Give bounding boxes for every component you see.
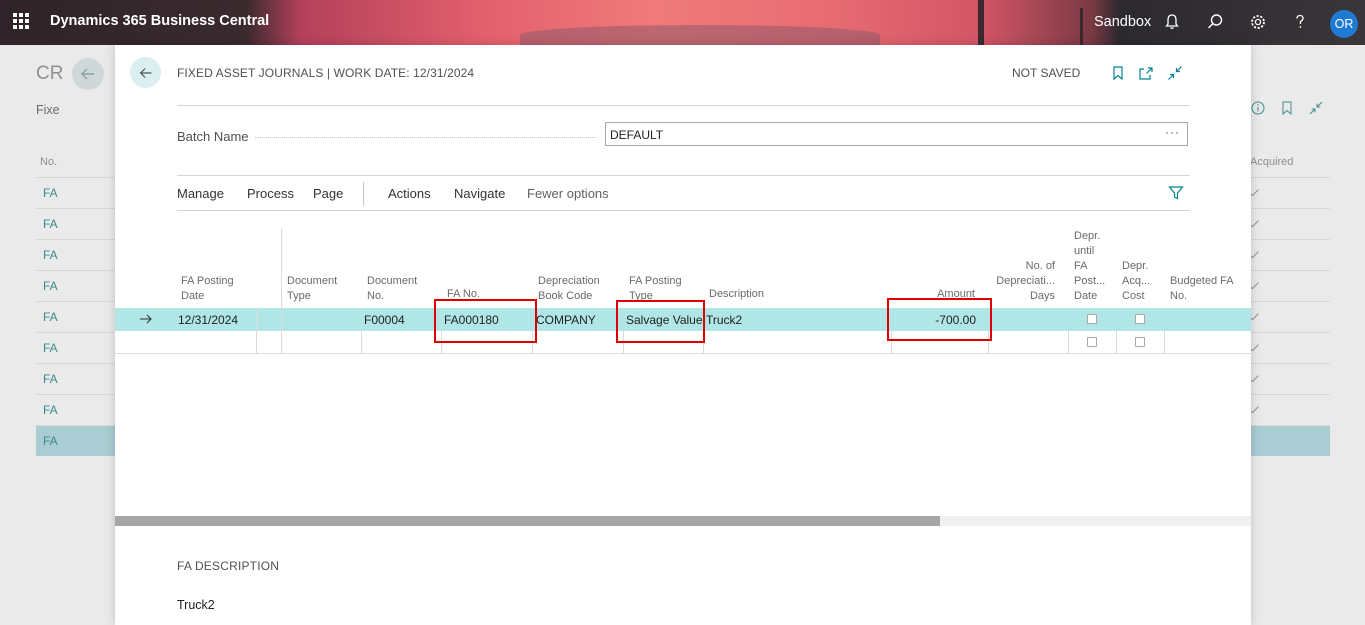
col-budgeted-fa-no[interactable]: Budgeted FA No. bbox=[1170, 274, 1234, 304]
cell-depreciation-book-code[interactable]: COMPANY bbox=[536, 313, 596, 327]
checkbox-depr-acq-cost[interactable] bbox=[1135, 314, 1145, 324]
arrow-left-icon bbox=[139, 67, 151, 78]
banner-hills bbox=[520, 25, 880, 45]
app-launcher-icon[interactable] bbox=[13, 13, 29, 29]
user-avatar[interactable]: OR bbox=[1330, 10, 1358, 38]
action-separator bbox=[363, 182, 364, 206]
filter-icon[interactable] bbox=[1168, 185, 1184, 201]
col-document-type[interactable]: Document Type bbox=[287, 274, 337, 304]
open-new-window-icon[interactable] bbox=[1138, 65, 1154, 81]
product-title[interactable]: Dynamics 365 Business Central bbox=[50, 13, 269, 29]
col-document-no[interactable]: Document No. bbox=[367, 274, 417, 304]
info-icon bbox=[1251, 101, 1265, 115]
column-divider bbox=[281, 308, 282, 353]
action-navigate[interactable]: Navigate bbox=[454, 186, 505, 201]
fa-description-value: Truck2 bbox=[177, 598, 215, 612]
banner-palm bbox=[978, 0, 984, 45]
page-title: FIXED ASSET JOURNALS | WORK DATE: 12/31/… bbox=[177, 66, 475, 80]
action-process[interactable]: Process bbox=[247, 186, 294, 201]
collapse-icon bbox=[1309, 101, 1323, 115]
background-col-acquired: Acquired bbox=[1250, 156, 1294, 168]
cell-description[interactable]: Truck2 bbox=[706, 313, 742, 327]
highlight-fa-no bbox=[434, 299, 537, 343]
batch-name-input[interactable]: DEFAULT ··· bbox=[605, 122, 1188, 146]
column-divider bbox=[1068, 331, 1069, 353]
highlight-amount bbox=[887, 298, 992, 341]
arrow-right-icon bbox=[140, 314, 152, 324]
batch-name-label: Batch Name bbox=[177, 129, 249, 144]
checkbox-depr-until-fa-posting-date[interactable] bbox=[1087, 314, 1097, 324]
background-col-no: No. bbox=[40, 156, 58, 168]
collapse-icon[interactable] bbox=[1167, 65, 1183, 81]
column-divider bbox=[281, 228, 282, 308]
divider bbox=[177, 210, 1190, 211]
col-depreciation-book-code[interactable]: Depreciation Book Code bbox=[538, 274, 600, 304]
col-depr-until-fa-posting-date[interactable]: Depr. until FA Post... Date bbox=[1074, 229, 1105, 304]
app-bar: Dynamics 365 Business Central Sandbox OR bbox=[0, 0, 1365, 45]
lookup-ellipsis-icon[interactable]: ··· bbox=[1165, 125, 1180, 139]
cell-document-no[interactable]: F00004 bbox=[364, 313, 405, 327]
cell-fa-posting-date[interactable]: 12/31/2024 bbox=[178, 313, 238, 327]
highlight-fa-posting-type bbox=[616, 300, 705, 343]
scrollbar-thumb[interactable] bbox=[115, 516, 940, 526]
bookmark-icon[interactable] bbox=[1110, 65, 1126, 81]
save-status: NOT SAVED bbox=[1012, 66, 1081, 80]
background-subtitle: Fixe bbox=[36, 103, 60, 117]
gear-icon[interactable] bbox=[1248, 12, 1268, 32]
field-leader-dots bbox=[255, 137, 597, 138]
bookmark-icon bbox=[1282, 101, 1292, 115]
horizontal-scrollbar[interactable] bbox=[115, 516, 1251, 526]
background-page-title: CR bbox=[36, 63, 64, 84]
col-no-of-depreciation-days[interactable]: No. of Depreciati... Days bbox=[989, 259, 1055, 304]
background-back-button bbox=[72, 58, 104, 90]
col-depr-acq-cost[interactable]: Depr. Acq... Cost bbox=[1122, 259, 1150, 304]
col-fa-posting-date[interactable]: FA Posting Date bbox=[181, 274, 234, 304]
checkbox-depr-until-fa-posting-date[interactable] bbox=[1087, 337, 1097, 347]
divider bbox=[177, 175, 1190, 176]
action-fewer-options[interactable]: Fewer options bbox=[527, 186, 609, 201]
action-page[interactable]: Page bbox=[313, 186, 343, 201]
checkbox-depr-acq-cost[interactable] bbox=[1135, 337, 1145, 347]
divider bbox=[177, 105, 1190, 106]
column-divider bbox=[1164, 331, 1165, 353]
column-divider bbox=[361, 331, 362, 353]
bell-icon[interactable] bbox=[1162, 12, 1182, 32]
column-divider bbox=[256, 308, 257, 353]
back-button[interactable] bbox=[130, 57, 161, 88]
banner-pole bbox=[1080, 8, 1083, 45]
environment-name: Sandbox bbox=[1094, 14, 1152, 30]
batch-name-value: DEFAULT bbox=[610, 128, 664, 142]
fa-description-label: FA DESCRIPTION bbox=[177, 559, 280, 573]
help-icon[interactable] bbox=[1290, 12, 1310, 32]
search-icon[interactable] bbox=[1205, 12, 1225, 32]
action-actions[interactable]: Actions bbox=[388, 186, 431, 201]
column-divider bbox=[1116, 331, 1117, 353]
fixed-asset-journals-dialog: FIXED ASSET JOURNALS | WORK DATE: 12/31/… bbox=[115, 45, 1251, 625]
col-description[interactable]: Description bbox=[709, 287, 764, 302]
action-manage[interactable]: Manage bbox=[177, 186, 224, 201]
